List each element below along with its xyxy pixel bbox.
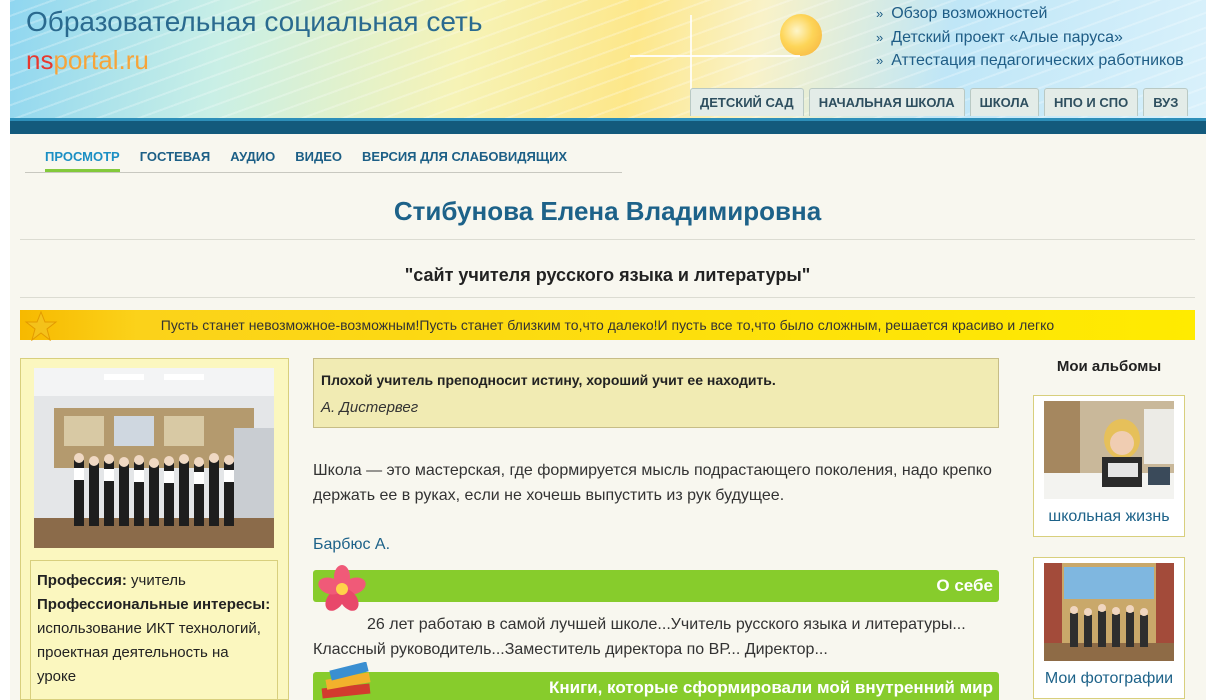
site-header: Образовательная социальная сеть nsportal…	[10, 0, 1206, 118]
section-header-about: О себе	[313, 570, 999, 602]
about-text: 26 лет работаю в самой лучшей школе...Уч…	[313, 616, 966, 658]
school-quote-author: Барбюс А.	[313, 536, 391, 553]
tab-university[interactable]: ВУЗ	[1143, 88, 1189, 116]
books-icon	[321, 662, 371, 699]
motto-banner: Пусть станет невозможное-возможным!Пусть…	[20, 310, 1195, 340]
top-links: » Обзор возможностей » Детский проект «Алы…	[876, 2, 1184, 73]
album-photo	[1044, 401, 1174, 499]
tab-kindergarten[interactable]: ДЕТСКИЙ САД	[690, 88, 804, 116]
top-link-alye-parusa[interactable]: » Детский проект «Алые паруса»	[876, 26, 1184, 50]
quote-author: А. Дистервег	[321, 399, 419, 416]
school-quote-text: Школа — это мастерская, где формируется …	[313, 462, 992, 504]
site-title: Образовательная социальная сеть	[26, 6, 483, 37]
album-image	[1044, 563, 1174, 661]
profile-info: Профессия: учитель Профессиональные инте…	[30, 560, 278, 700]
subnav-accessibility-version[interactable]: ВЕРСИЯ ДЛЯ СЛАБОВИДЯЩИХ	[362, 146, 567, 172]
double-chevron-icon: »	[876, 53, 884, 68]
tab-npo-spo[interactable]: НПО И СПО	[1043, 88, 1139, 116]
section-header-books: Книги, которые сформировали мой внутренн…	[313, 672, 999, 700]
album-image	[1044, 401, 1174, 499]
subnav-view[interactable]: ПРОСМОТР	[45, 146, 120, 172]
profession-row: Профессия: учитель	[37, 572, 186, 589]
album-card-school-life[interactable]: школьная жизнь	[1033, 395, 1185, 537]
profile-photo[interactable]	[34, 368, 274, 548]
header-band	[10, 118, 1206, 134]
top-link-attestation[interactable]: » Аттестация педагогических работников	[876, 49, 1184, 73]
interests-value: использование ИКТ технологий, проектная …	[37, 620, 261, 685]
album-photo	[1044, 563, 1174, 661]
profile-subnav: ПРОСМОТР ГОСТЕВАЯ АУДИО ВИДЕО ВЕРСИЯ ДЛЯ…	[25, 146, 622, 173]
site-logo[interactable]: nsportal.ru	[26, 45, 149, 76]
subnav-video[interactable]: ВИДЕО	[295, 146, 342, 172]
album-label: школьная жизнь	[1048, 508, 1170, 525]
double-chevron-icon: »	[876, 6, 884, 21]
subnav-audio[interactable]: АУДИО	[230, 146, 275, 172]
logo-ns: ns	[26, 45, 54, 75]
quote-text: Плохой учитель преподносит истину, хорош…	[321, 372, 776, 388]
divider	[20, 297, 1195, 298]
album-label: Мои фотографии	[1044, 670, 1174, 687]
page-title: Стибунова Елена Владимировна	[393, 196, 822, 226]
albums-title: Мои альбомы	[1056, 358, 1162, 375]
double-chevron-icon: »	[876, 29, 884, 45]
interests-label: Профессиональные интересы:	[37, 596, 271, 613]
tab-school[interactable]: ШКОЛА	[969, 88, 1039, 116]
logo-domain: portal.ru	[53, 45, 149, 75]
sun-decoration	[780, 14, 822, 56]
section-tabs: ДЕТСКИЙ САД НАЧАЛЬНАЯ ШКОЛА ШКОЛА НПО И …	[690, 88, 1189, 116]
star-icon	[24, 311, 58, 341]
top-link-overview[interactable]: » Обзор возможностей	[876, 2, 1184, 26]
quote-box: Плохой учитель преподносит истину, хорош…	[313, 358, 999, 428]
sparkle-decoration	[630, 55, 800, 57]
divider	[20, 239, 1195, 240]
tab-primary-school[interactable]: НАЧАЛЬНАЯ ШКОЛА	[808, 88, 965, 116]
flower-icon	[318, 565, 366, 611]
page-subtitle: "сайт учителя русского языка и литератур…	[404, 265, 811, 285]
album-card-my-photos[interactable]: Мои фотографии	[1033, 557, 1185, 699]
class-photo-image	[34, 368, 274, 548]
subnav-guestbook[interactable]: ГОСТЕВАЯ	[140, 146, 210, 172]
